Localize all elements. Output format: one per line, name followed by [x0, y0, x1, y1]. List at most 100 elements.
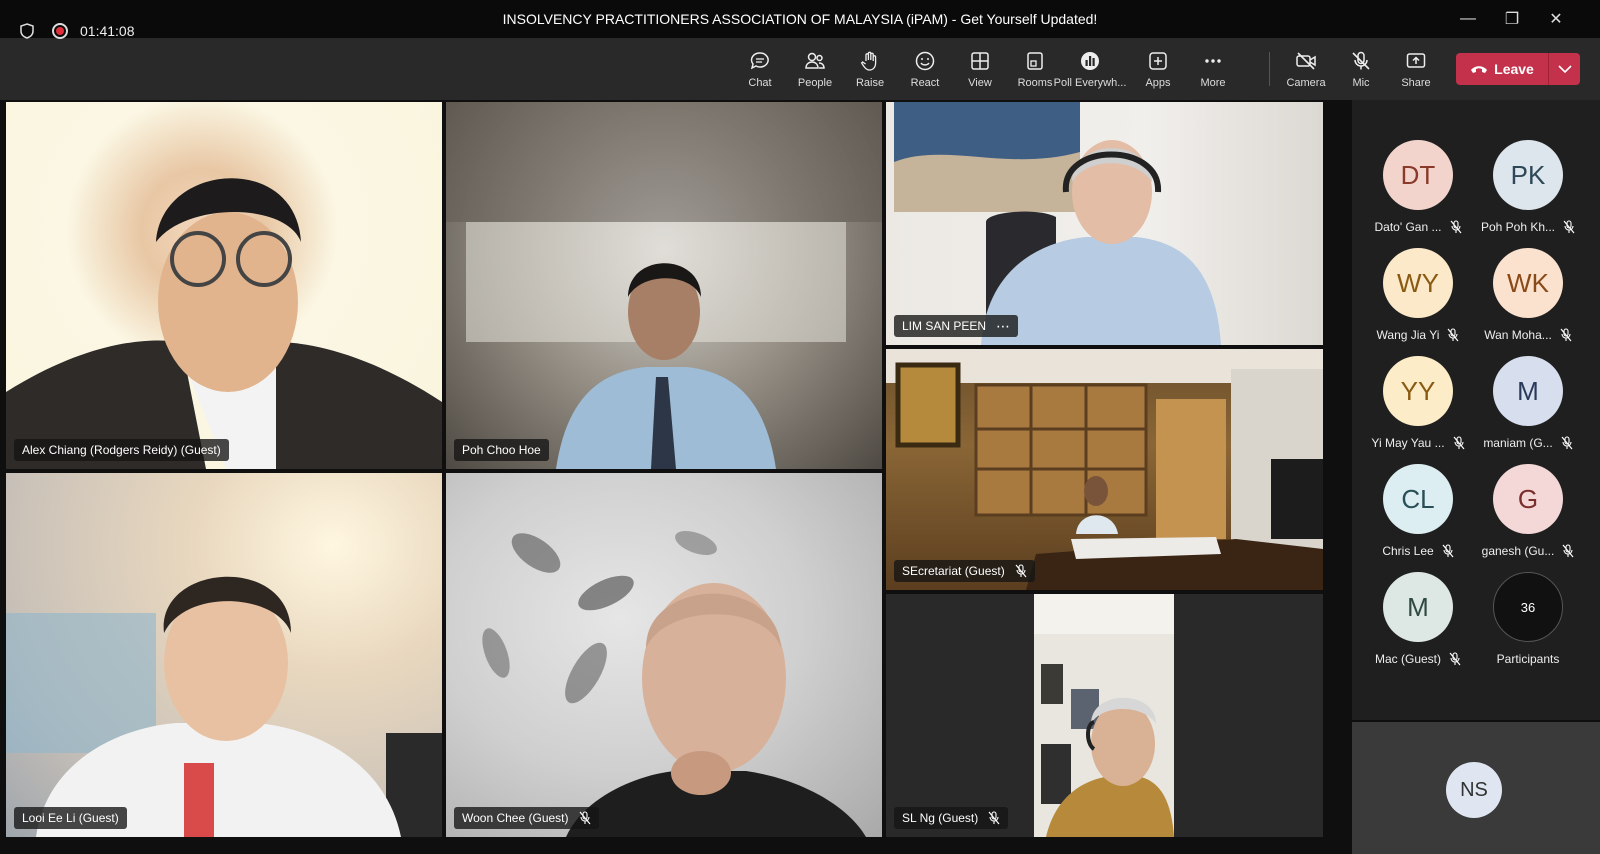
mic-off-icon: [1562, 544, 1574, 558]
poll-everywhere-button[interactable]: Poll Everywh...: [1054, 50, 1126, 92]
avatar: DT: [1383, 140, 1453, 210]
participant-item[interactable]: G ganesh (Gu...: [1473, 464, 1583, 558]
participant-count: 36: [1493, 572, 1563, 642]
participant-name: maniam (G...: [1483, 436, 1553, 450]
participant-item[interactable]: WK Wan Moha...: [1473, 248, 1583, 342]
minimize-icon[interactable]: —: [1446, 0, 1490, 38]
title-bar: INSOLVENCY PRACTITIONERS ASSOCIATION OF …: [0, 0, 1600, 38]
mic-off-icon: [988, 811, 1000, 825]
more-button[interactable]: More: [1183, 50, 1243, 92]
people-label: People: [797, 77, 833, 89]
close-icon[interactable]: ✕: [1534, 0, 1578, 38]
participant-name: Wang Jia Yi: [1376, 328, 1440, 342]
participant-name-tag: LIM SAN PEEN ⋯: [894, 315, 1019, 337]
participant-item[interactable]: WY Wang Jia Yi: [1363, 248, 1473, 342]
react-label: React: [910, 77, 940, 89]
participant-name: Dato' Gan ...: [1374, 220, 1442, 234]
share-icon: [1405, 50, 1427, 72]
mic-off-icon: [1560, 328, 1572, 342]
participant-name: SEcretariat (Guest): [902, 564, 1005, 578]
view-label: View: [968, 77, 992, 89]
participant-name: Alex Chiang (Rodgers Reidy) (Guest): [22, 443, 221, 457]
mic-button[interactable]: Mic: [1331, 50, 1391, 92]
poll-label: Poll Everywh...: [1053, 77, 1127, 89]
chat-icon: [749, 50, 771, 72]
participant-name: Chris Lee: [1382, 544, 1434, 558]
self-view[interactable]: NS: [1352, 722, 1600, 854]
participant-name: Mac (Guest): [1374, 652, 1441, 666]
video-tile[interactable]: Looi Ee Li (Guest): [6, 473, 442, 837]
avatar: WK: [1493, 248, 1563, 318]
more-icon: [1202, 50, 1224, 72]
leave-label: Leave: [1494, 61, 1534, 77]
meeting-timer: 01:41:08: [80, 23, 135, 39]
participant-video: [6, 576, 442, 837]
participant-name: Poh Choo Hoe: [462, 443, 541, 457]
react-button[interactable]: React: [895, 50, 955, 92]
mic-off-icon: [1442, 544, 1454, 558]
avatar: WY: [1383, 248, 1453, 318]
raise-label: Raise: [855, 77, 885, 89]
apps-icon: [1147, 50, 1169, 72]
leave-dropdown-button[interactable]: [1548, 53, 1580, 85]
participant-video: [6, 178, 442, 469]
view-button[interactable]: View: [950, 50, 1010, 92]
participant-item[interactable]: M Mac (Guest): [1363, 572, 1473, 666]
mic-label: Mic: [1352, 77, 1370, 89]
avatar: NS: [1446, 762, 1502, 818]
participant-name: Yi May Yau ...: [1371, 436, 1445, 450]
mic-off-icon: [579, 811, 590, 825]
participant-name-tag: Poh Choo Hoe: [454, 439, 549, 461]
participant-name-tag: SEcretariat (Guest): [894, 560, 1035, 582]
people-button[interactable]: People: [785, 50, 845, 92]
view-icon: [969, 50, 991, 72]
participant-item[interactable]: PK Poh Poh Kh...: [1473, 140, 1583, 234]
shield-icon[interactable]: [20, 23, 34, 39]
participant-name-tag: Woon Chee (Guest): [454, 807, 599, 829]
video-tile[interactable]: SL Ng (Guest): [886, 594, 1323, 837]
video-tile[interactable]: Alex Chiang (Rodgers Reidy) (Guest): [6, 102, 442, 469]
avatar: YY: [1383, 356, 1453, 426]
mic-off-icon: [1453, 436, 1465, 450]
participant-name-tag: Alex Chiang (Rodgers Reidy) (Guest): [14, 439, 229, 461]
camera-button[interactable]: Camera: [1276, 50, 1336, 92]
participant-video: [886, 349, 1323, 590]
participants-overflow-button[interactable]: 36 Participants: [1473, 572, 1583, 666]
restore-icon[interactable]: ❐: [1490, 0, 1534, 38]
participant-name: Looi Ee Li (Guest): [22, 811, 119, 825]
rooms-label: Rooms: [1017, 77, 1053, 89]
participant-name: Wan Moha...: [1484, 328, 1552, 342]
participant-item[interactable]: CL Chris Lee: [1363, 464, 1473, 558]
video-tile[interactable]: Poh Choo Hoe: [446, 102, 882, 469]
participants-label: Participants: [1496, 652, 1560, 666]
react-icon: [914, 50, 936, 72]
participant-name-tag: SL Ng (Guest): [894, 807, 1009, 829]
participant-item[interactable]: DT Dato' Gan ...: [1363, 140, 1473, 234]
leave-button[interactable]: Leave: [1456, 53, 1548, 85]
video-tile[interactable]: SEcretariat (Guest): [886, 349, 1323, 590]
avatar: CL: [1383, 464, 1453, 534]
video-tile[interactable]: LIM SAN PEEN ⋯: [886, 102, 1323, 345]
video-tile[interactable]: Woon Chee (Guest): [446, 473, 882, 837]
more-options-icon[interactable]: ⋯: [996, 319, 1010, 333]
mic-off-icon: [1447, 328, 1459, 342]
participant-name: ganesh (Gu...: [1481, 544, 1555, 558]
participant-video: [482, 530, 866, 837]
mic-off-icon: [1449, 652, 1461, 666]
chat-button[interactable]: Chat: [730, 50, 790, 92]
more-label: More: [1200, 77, 1226, 89]
poll-icon: [1079, 50, 1101, 72]
apps-button[interactable]: Apps: [1128, 50, 1188, 92]
avatar: M: [1383, 572, 1453, 642]
participant-item[interactable]: M maniam (G...: [1473, 356, 1583, 450]
share-button[interactable]: Share: [1386, 50, 1446, 92]
raise-hand-button[interactable]: Raise: [840, 50, 900, 92]
camera-off-icon: [1295, 50, 1317, 72]
participant-name-tag: Looi Ee Li (Guest): [14, 807, 127, 829]
participant-item[interactable]: YY Yi May Yau ...: [1363, 356, 1473, 450]
raise-hand-icon: [859, 50, 881, 72]
mic-off-icon: [1350, 50, 1372, 72]
people-icon: [804, 50, 826, 72]
share-label: Share: [1401, 77, 1431, 89]
mic-off-icon: [1015, 564, 1027, 578]
